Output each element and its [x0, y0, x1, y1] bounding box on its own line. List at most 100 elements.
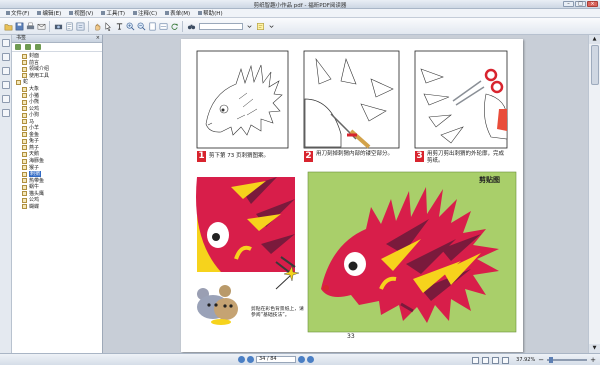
search-options-button[interactable] — [244, 21, 254, 31]
continuous-facing-view-icon[interactable] — [502, 356, 510, 364]
menu-help[interactable]: 帮助(H) — [194, 9, 226, 17]
single-page-view-icon[interactable] — [472, 356, 480, 364]
minimize-button[interactable]: – — [563, 1, 574, 7]
zoom-in-button[interactable] — [125, 21, 135, 31]
bookmark-header: 书签 × — [12, 35, 102, 43]
snapshot-button[interactable] — [114, 21, 124, 31]
vertical-scrollbar[interactable]: ▲ ▼ — [588, 35, 600, 353]
menu-view[interactable]: 视图(V) — [65, 9, 97, 17]
zoom-slider[interactable] — [547, 357, 588, 363]
continuous-view-icon[interactable] — [482, 356, 490, 364]
zoom-out-icon[interactable]: − — [538, 356, 544, 364]
fit-page-button[interactable] — [147, 21, 157, 31]
attachments-panel-icon[interactable] — [2, 95, 10, 103]
scroll-up-icon[interactable]: ▲ — [589, 35, 600, 44]
delete-bookmark-icon[interactable] — [35, 44, 41, 50]
bookmark-label: 大象 — [29, 86, 40, 92]
menu-label: 注释(C) — [137, 11, 158, 17]
navigation-strip — [0, 35, 12, 353]
search-input[interactable] — [199, 22, 243, 30]
bookmark-label: 小猪 — [29, 92, 40, 99]
zoom-out-icon — [137, 22, 145, 30]
screenshot-button[interactable] — [53, 21, 63, 31]
bookmark-label: 蝴蝶 — [29, 203, 40, 210]
bookmark-label: 刺猬 — [29, 171, 42, 178]
next-page-icon[interactable] — [298, 356, 305, 363]
menu-form[interactable]: 表单(M) — [161, 9, 194, 17]
step3-caption: 用剪刀剪出刺猬的外轮廓，完成剪纸。 — [427, 151, 505, 164]
print-button[interactable] — [25, 21, 35, 31]
bookmark-icon — [22, 138, 27, 144]
export-button[interactable] — [64, 21, 74, 31]
bookmarks-panel-icon[interactable] — [2, 39, 10, 47]
select-tool-button[interactable] — [103, 21, 113, 31]
menu-icon — [165, 11, 170, 15]
menu-comment[interactable]: 注释(C) — [129, 9, 161, 17]
first-page-icon[interactable] — [238, 356, 245, 363]
fit-width-button[interactable] — [158, 21, 168, 31]
title-bar: 剪纸智趣小作品 pdf - 福昕PDF阅读器 – □ × — [0, 0, 600, 9]
maximize-button[interactable]: □ — [575, 1, 586, 7]
bookmark-label: 海豚鱼 — [29, 158, 45, 165]
save-icon — [15, 22, 23, 30]
zoom-out-button[interactable] — [136, 21, 146, 31]
bookmark-label: 蛇 — [23, 79, 29, 86]
close-button[interactable]: × — [587, 1, 598, 7]
page-number-input[interactable]: 34 / 84 — [256, 356, 296, 363]
menu-label: 编辑(E) — [42, 11, 62, 17]
step1-caption: 剪下第 73 页刺猬图案。 — [209, 153, 269, 159]
bookmark-icon — [22, 119, 27, 125]
hand-tool-button[interactable] — [92, 21, 102, 31]
new-bookmark-icon[interactable] — [25, 44, 31, 50]
zoom-slider-knob[interactable] — [549, 357, 554, 363]
layers-panel-icon[interactable] — [2, 67, 10, 75]
rotate-button[interactable] — [169, 21, 179, 31]
page-navigation: 34 / 84 — [238, 356, 314, 363]
binoculars-icon — [187, 24, 195, 29]
email-button[interactable] — [36, 21, 46, 31]
save-button[interactable] — [14, 21, 24, 31]
open-file-button[interactable] — [3, 21, 13, 31]
prev-page-icon[interactable] — [247, 356, 254, 363]
properties-button[interactable] — [75, 21, 85, 31]
zoom-in-icon[interactable]: + — [590, 356, 596, 364]
menu-file[interactable]: 文件(F) — [2, 9, 33, 17]
bookmark-icon — [22, 99, 27, 105]
menu-tools[interactable]: 工具(T) — [97, 9, 129, 17]
menu-icon — [6, 11, 10, 15]
comment-tool-button[interactable] — [255, 21, 265, 31]
bookmark-icon — [22, 93, 27, 99]
folder-icon — [4, 23, 12, 30]
facing-view-icon[interactable] — [492, 356, 500, 364]
cursor-icon — [105, 21, 111, 31]
text-select-icon — [116, 22, 122, 30]
menu-edit[interactable]: 编辑(E) — [33, 9, 65, 17]
bookmark-label: 金鱼 — [29, 131, 40, 138]
close-panel-button[interactable]: × — [96, 35, 100, 42]
bookmark-label: 前言 — [29, 59, 40, 66]
comments-panel-icon[interactable] — [2, 81, 10, 89]
signatures-panel-icon[interactable] — [2, 109, 10, 117]
step2-caption: 用刀刻掉刺猬内部的镂空部分。 — [316, 151, 394, 157]
bookmark-icon — [22, 165, 27, 171]
zoom-level[interactable]: 37.92% — [516, 357, 535, 363]
bookmark-icon — [22, 158, 27, 164]
find-button[interactable] — [186, 21, 196, 31]
menu-icon — [69, 11, 74, 15]
rotate-icon — [170, 23, 178, 30]
page-artwork — [196, 50, 517, 333]
bookmark-item[interactable]: 蝴蝶 — [12, 204, 102, 211]
bookmark-panel: 书签 × 封面 前言 领域介绍 使用工具蛇大象 小猪 小熊 公鸡 小狗马小羊 金鱼 兔子 燕子 天鹅海… — [12, 35, 103, 353]
hand-icon — [94, 23, 100, 30]
view-controls: 37.92% − + — [472, 356, 596, 364]
last-page-icon[interactable] — [307, 356, 314, 363]
pages-panel-icon[interactable] — [2, 53, 10, 61]
chevron-down-icon — [246, 24, 252, 28]
menu-bar: 文件(F) 编辑(E) 视图(V) 工具(T) 注释(C) 表单(M) 帮助(H… — [0, 9, 600, 18]
expand-bookmark-icon[interactable] — [15, 44, 21, 50]
more-tools-button[interactable] — [266, 21, 276, 31]
scroll-down-icon[interactable]: ▼ — [589, 344, 600, 353]
bookmark-icon — [22, 125, 27, 131]
printer-icon — [26, 22, 34, 29]
scroll-thumb[interactable] — [591, 45, 599, 85]
